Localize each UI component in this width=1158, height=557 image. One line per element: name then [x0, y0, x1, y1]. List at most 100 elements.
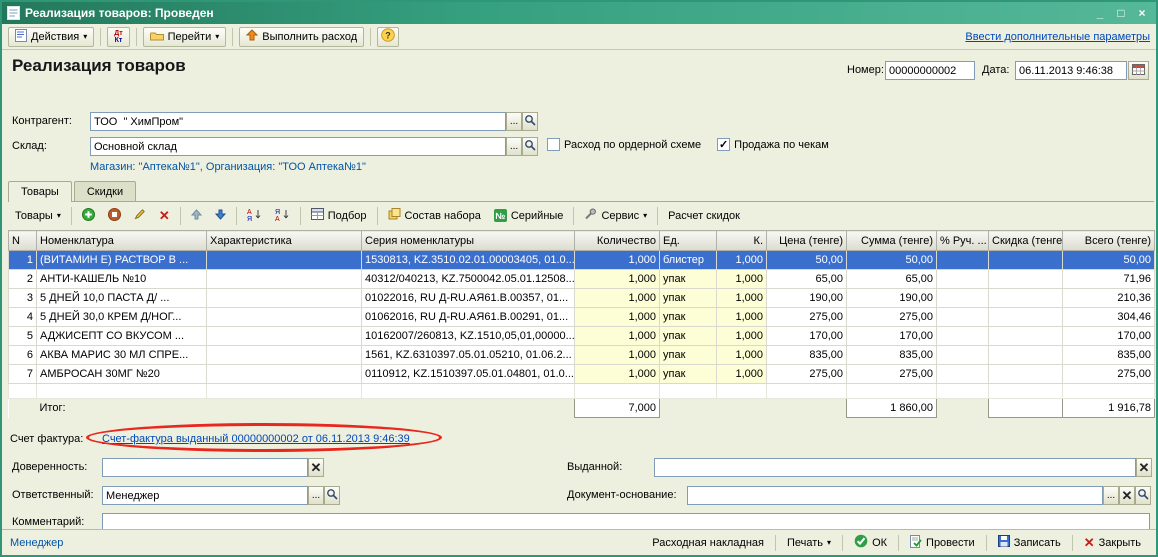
column-header[interactable]: К. [717, 231, 767, 251]
cell-n[interactable]: 5 [9, 327, 37, 346]
cell-sum[interactable]: 170,00 [847, 327, 937, 346]
cell-n[interactable]: 7 [9, 365, 37, 384]
serial-numbers-button[interactable]: № Серийные [489, 206, 569, 226]
counterparty-open-button[interactable] [522, 112, 538, 131]
cell-name[interactable]: (ВИТАМИН Е) РАСТВОР В ... [37, 251, 207, 270]
tab-discounts[interactable]: Скидки [74, 181, 136, 201]
basis-choose-button[interactable]: ... [1103, 486, 1119, 505]
cell-discount[interactable] [989, 327, 1063, 346]
cell-pct[interactable] [937, 251, 989, 270]
cell-name[interactable]: АДЖИСЕПТ СО ВКУСОМ ... [37, 327, 207, 346]
cell-n[interactable]: 1 [9, 251, 37, 270]
cell-sum[interactable]: 50,00 [847, 251, 937, 270]
cell-total[interactable]: 71,96 [1063, 270, 1155, 289]
checkbox-order-scheme[interactable]: Расход по ордерной схеме [547, 138, 701, 151]
cell-n[interactable]: 6 [9, 346, 37, 365]
column-header[interactable]: Скидка (тенге) [989, 231, 1063, 251]
cell-price[interactable]: 65,00 [767, 270, 847, 289]
cell-discount[interactable] [989, 346, 1063, 365]
cell-discount[interactable] [989, 270, 1063, 289]
responsible-input[interactable] [102, 486, 308, 505]
column-header[interactable]: % Руч. ... [937, 231, 989, 251]
cell-price[interactable]: 835,00 [767, 346, 847, 365]
cell-total[interactable]: 170,00 [1063, 327, 1155, 346]
column-header[interactable]: Характеристика [207, 231, 362, 251]
cell-sum[interactable]: 65,00 [847, 270, 937, 289]
cell-discount[interactable] [989, 365, 1063, 384]
cell-price[interactable]: 170,00 [767, 327, 847, 346]
cell-qty[interactable]: 1,000 [575, 251, 660, 270]
additional-params-link[interactable]: Ввести дополнительные параметры [965, 31, 1150, 43]
issued-clear-button[interactable]: ✕ [1136, 458, 1152, 477]
cell-price[interactable]: 190,00 [767, 289, 847, 308]
cell-total[interactable]: 210,36 [1063, 289, 1155, 308]
attorney-clear-button[interactable]: ✕ [308, 458, 324, 477]
cell-n[interactable]: 2 [9, 270, 37, 289]
warehouse-open-button[interactable] [522, 137, 538, 156]
cell-qty[interactable]: 1,000 [575, 270, 660, 289]
cell-n[interactable]: 4 [9, 308, 37, 327]
table-row[interactable]: 6АКВА МАРИС 30 МЛ СПРЕ... 1561, KZ.631039… [9, 346, 1155, 365]
cell-k[interactable]: 1,000 [717, 289, 767, 308]
cell-total[interactable]: 835,00 [1063, 346, 1155, 365]
checkbox-box[interactable] [547, 138, 560, 151]
cell-sum[interactable]: 835,00 [847, 346, 937, 365]
execute-expense-button[interactable]: Выполнить расход [239, 27, 364, 47]
cell-pct[interactable] [937, 346, 989, 365]
cell-pct[interactable] [937, 289, 989, 308]
items-menu-button[interactable]: Товары ▾ [10, 206, 66, 226]
delete-row-button[interactable]: ✕ [154, 206, 175, 226]
dtkt-button[interactable]: ДтКт [107, 27, 129, 47]
actions-button[interactable]: Действия ▾ [8, 27, 94, 47]
cell-total[interactable]: 50,00 [1063, 251, 1155, 270]
cell-characteristic[interactable] [207, 346, 362, 365]
cell-series[interactable]: 10162007/260813, KZ.1510,05,01,00000... [362, 327, 575, 346]
cell-k[interactable]: 1,000 [717, 308, 767, 327]
cell-name[interactable]: 5 ДНЕЙ 30,0 КРЕМ Д/НОГ... [37, 308, 207, 327]
cell-qty[interactable]: 1,000 [575, 346, 660, 365]
counterparty-input[interactable] [90, 112, 506, 131]
table-row[interactable]: 7АМБРОСАН 30МГ №200110912, KZ.1510397.05… [9, 365, 1155, 384]
basis-clear-button[interactable]: ✕ [1119, 486, 1135, 505]
cell-pct[interactable] [937, 270, 989, 289]
attorney-input[interactable] [102, 458, 308, 477]
cell-price[interactable]: 50,00 [767, 251, 847, 270]
checkbox-sale-by-checks[interactable]: ✓Продажа по чекам [717, 138, 829, 151]
cell-series[interactable]: 01062016, RU Д-RU.АЯ61.В.00291, 01... [362, 308, 575, 327]
close-form-button[interactable]: ✕ Закрыть [1077, 533, 1148, 553]
responsible-choose-button[interactable]: ... [308, 486, 324, 505]
cell-series[interactable]: 1561, KZ.6310397.05.01.05210, 01.06.2... [362, 346, 575, 365]
column-header[interactable]: Всего (тенге) [1063, 231, 1155, 251]
column-header[interactable]: Сумма (тенге) [847, 231, 937, 251]
close-button[interactable]: × [1133, 5, 1151, 21]
move-up-button[interactable] [186, 206, 207, 226]
sort-asc-button[interactable]: АЯ [242, 206, 267, 226]
invoice-link[interactable]: Счет-фактура выданный 00000000002 от 06.… [102, 433, 410, 445]
cell-name[interactable]: АКВА МАРИС 30 МЛ СПРЕ... [37, 346, 207, 365]
counterparty-choose-button[interactable]: ... [506, 112, 522, 131]
cell-characteristic[interactable] [207, 308, 362, 327]
column-header[interactable]: Серия номенклатуры [362, 231, 575, 251]
cell-k[interactable]: 1,000 [717, 327, 767, 346]
table-row[interactable]: 35 ДНЕЙ 10,0 ПАСТА Д/ ...01022016, RU Д-… [9, 289, 1155, 308]
cell-n[interactable]: 3 [9, 289, 37, 308]
cell-characteristic[interactable] [207, 270, 362, 289]
calendar-button[interactable] [1128, 61, 1149, 80]
cell-sum[interactable]: 275,00 [847, 365, 937, 384]
column-header[interactable]: Количество [575, 231, 660, 251]
sort-desc-button[interactable]: ЯА [270, 206, 295, 226]
cell-unit[interactable]: упак [660, 308, 717, 327]
copy-row-button[interactable] [103, 206, 126, 226]
cell-unit[interactable]: упак [660, 346, 717, 365]
cell-unit[interactable]: упак [660, 270, 717, 289]
cell-total[interactable]: 275,00 [1063, 365, 1155, 384]
cell-k[interactable]: 1,000 [717, 365, 767, 384]
save-button[interactable]: Записать [991, 533, 1068, 553]
cell-pct[interactable] [937, 327, 989, 346]
table-row[interactable]: 45 ДНЕЙ 30,0 КРЕМ Д/НОГ... 01062016, RU Д… [9, 308, 1155, 327]
tab-goods[interactable]: Товары [8, 181, 72, 202]
move-down-button[interactable] [210, 206, 231, 226]
cell-discount[interactable] [989, 308, 1063, 327]
cell-unit[interactable]: упак [660, 365, 717, 384]
table-row[interactable]: 1(ВИТАМИН Е) РАСТВОР В ...1530813, KZ.35… [9, 251, 1155, 270]
